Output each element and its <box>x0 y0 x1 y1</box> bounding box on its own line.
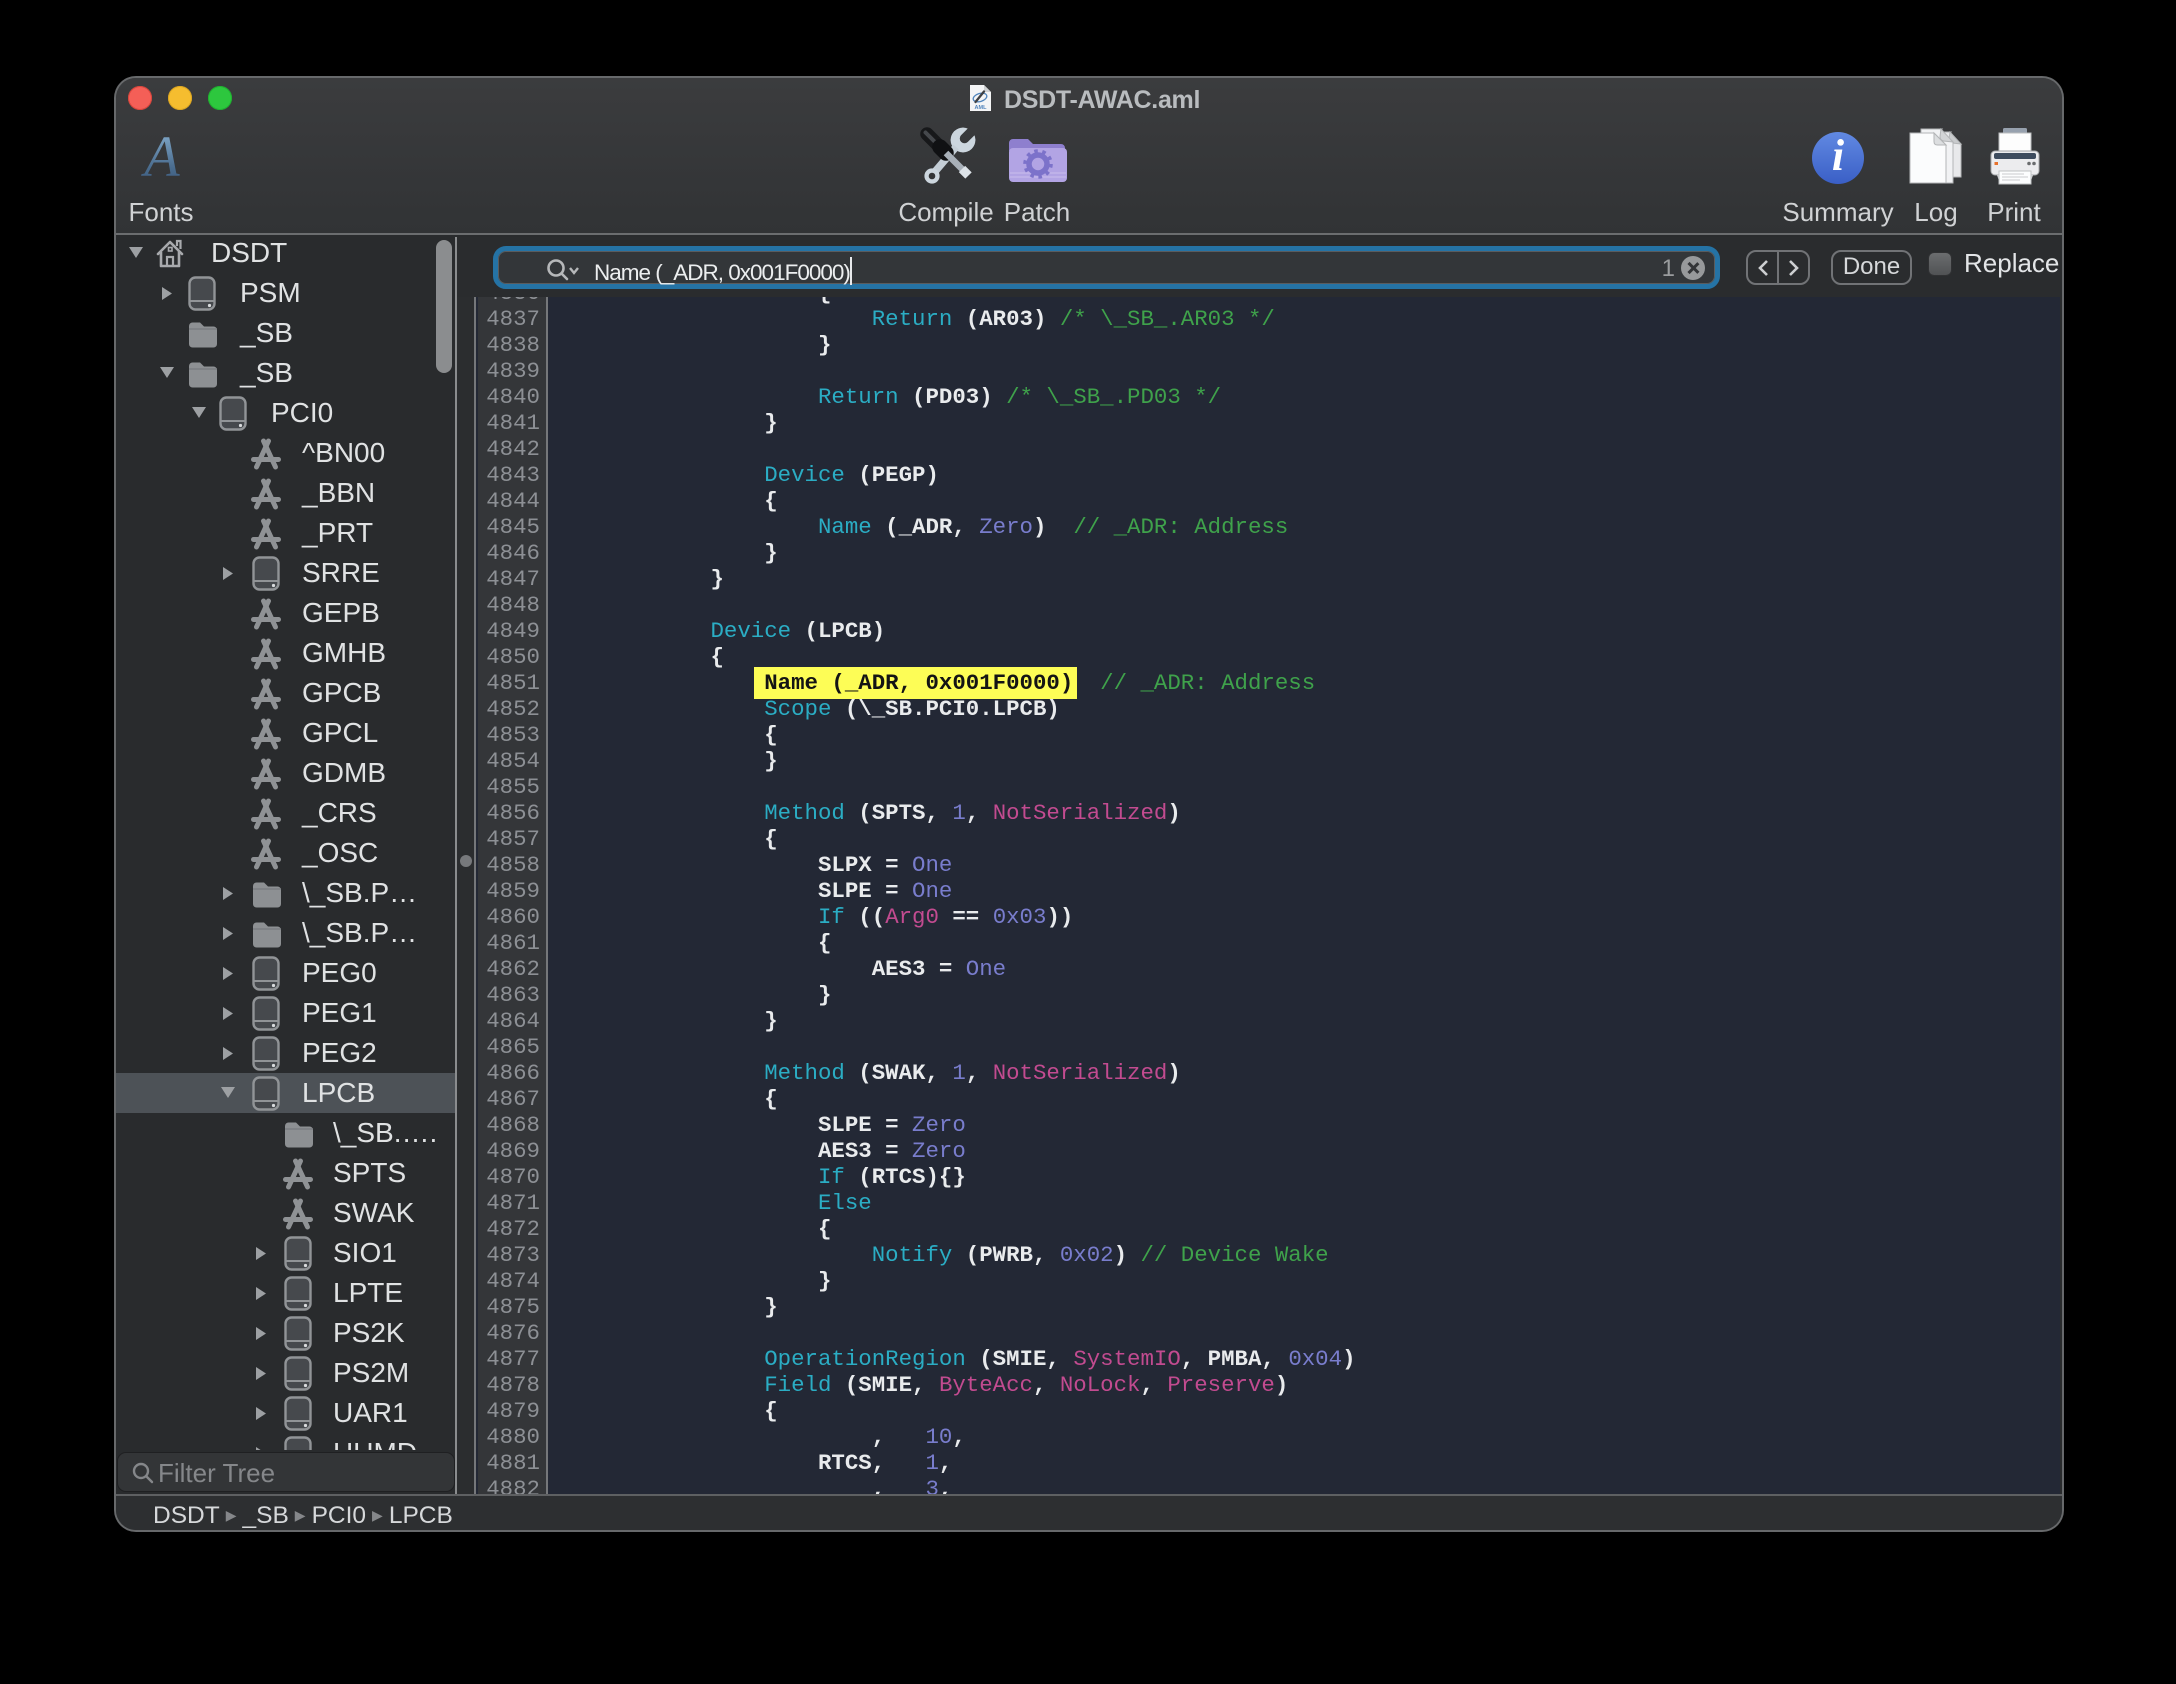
svg-text:AML: AML <box>975 105 988 111</box>
